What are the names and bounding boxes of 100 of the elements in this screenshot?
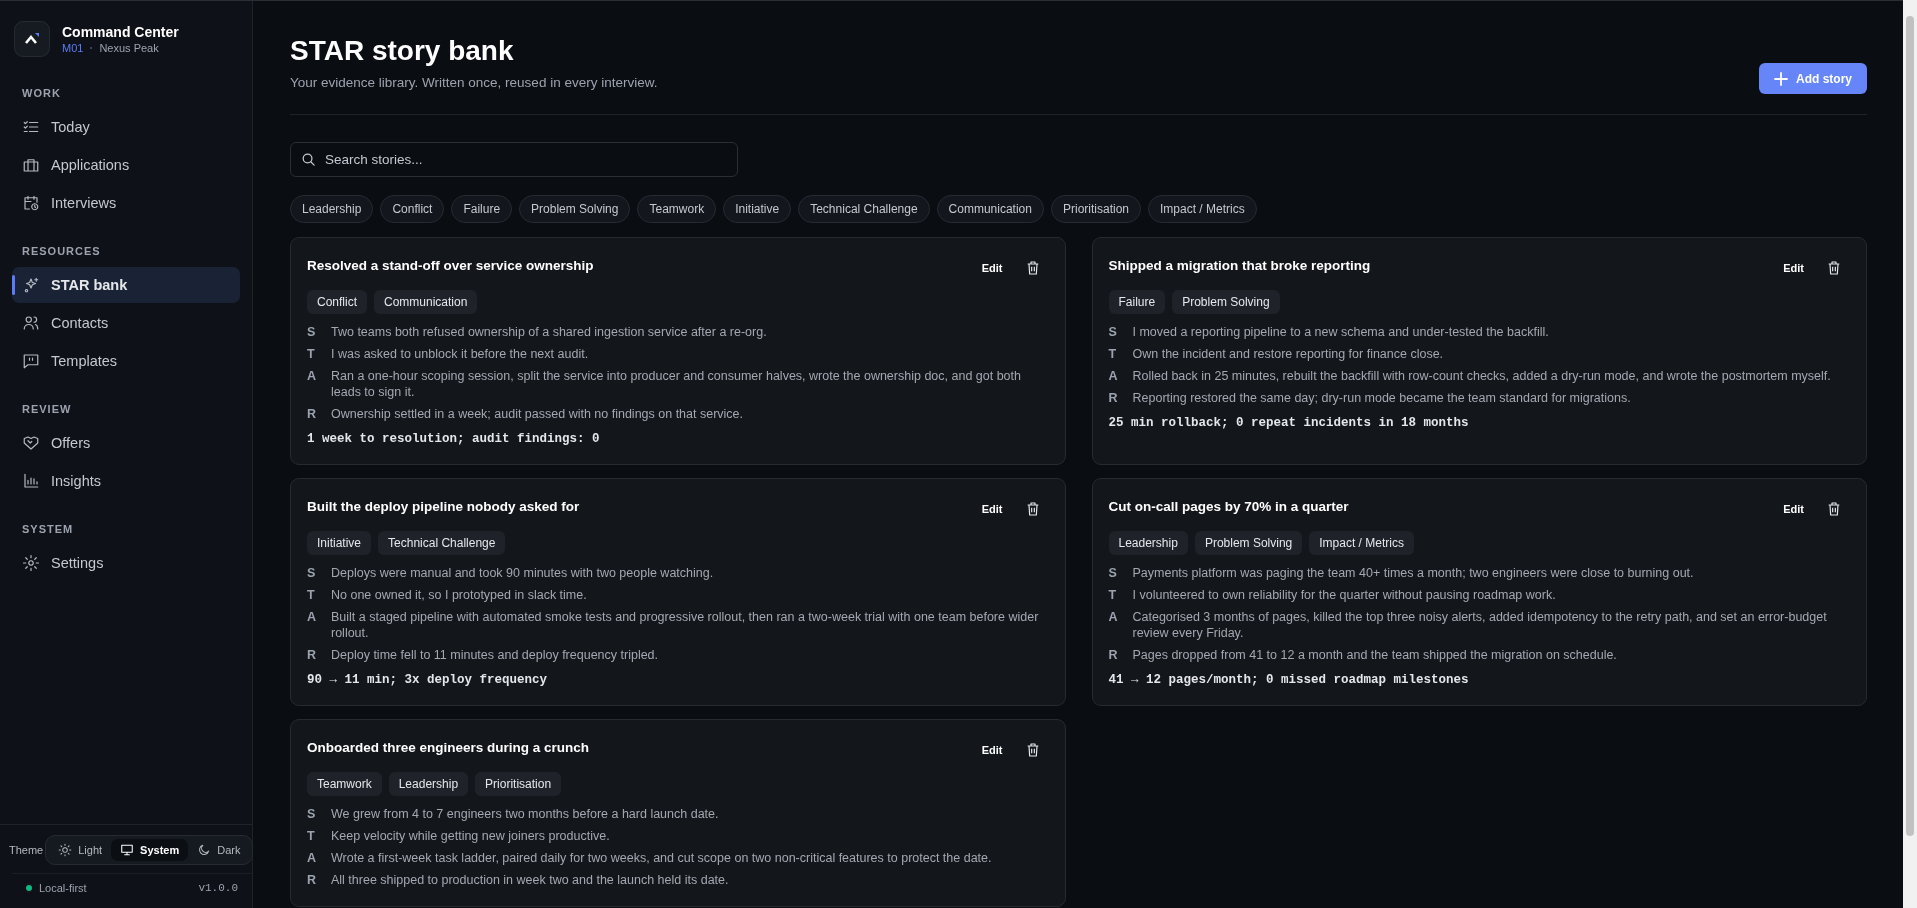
filter-chip[interactable]: Leadership [290,195,374,223]
star-text: Two teams both refused ownership of a shared ingestion service after a re-org. [331,324,767,340]
plus-icon [1774,71,1788,86]
edit-button[interactable]: Edit [975,499,1009,519]
edit-button[interactable]: Edit [1777,258,1810,278]
status-text: Local-first [39,882,87,894]
star-letter: R [1108,390,1119,406]
section-heading: WORK [21,86,62,101]
star-text: Deploy time fell to 11 minutes and deploy frequency tripled. [331,647,659,663]
sun-icon [58,843,73,857]
monitor-icon [120,843,135,857]
star-text: Own the incident and restore reporting for finance close. [1132,346,1444,362]
message-icon [22,352,40,370]
scrollbar[interactable] [1903,0,1917,908]
edit-button[interactable]: Edit [975,258,1009,278]
filter-chip[interactable]: Prioritisation [1050,195,1141,223]
sidebar-item[interactable]: Contacts [12,305,240,341]
star-letter: R [307,406,318,422]
star-letter: T [1108,346,1118,362]
story-tag: Impact / Metrics [1309,531,1414,555]
page-subtitle: Your evidence library. Written once, reused in every interview. [290,75,658,90]
app-title: Command Center [62,24,179,40]
star-letter: S [307,806,317,822]
story-title: Shipped a migration that broke reporting [1108,258,1371,273]
theme-option[interactable]: System [111,839,189,861]
filter-chip[interactable]: Impact / Metrics [1148,195,1257,223]
star-text: I moved a reporting pipeline to a new schema and under-tested the backfill. [1132,324,1549,340]
story-metric: 90 → 11 min; 3x deploy frequency [307,673,549,687]
search-field[interactable]: Search stories... [290,142,738,177]
star-text: Built a staged pipeline with automated smoke tests and progressive rollout, then ran a two-week trial with one team before wider rollout. [331,609,1040,641]
star-letter: T [307,587,316,603]
sidebar-item[interactable]: Today [12,109,240,145]
filter-chip[interactable]: Technical Challenge [798,195,930,223]
logo-icon [14,21,50,57]
story-tag: Conflict [307,290,367,314]
star-letter: T [307,346,316,362]
sidebar-item[interactable]: Offers [12,425,240,461]
star-text: I volunteered to own reliability for the quarter without pausing roadmap work. [1132,587,1556,603]
story-tag: Technical Challenge [378,531,506,555]
star-text: Ownership settled in a week; audit passed with no findings on that service. [331,406,744,422]
filter-chip[interactable]: Problem Solving [519,195,631,223]
edit-button[interactable]: Edit [1777,499,1810,519]
version-text: v1.0.0 [198,882,238,894]
filter-chip[interactable]: Conflict [380,195,445,223]
sparkle-icon [22,276,40,294]
star-text: Wrote a first-week task ladder, paired daily for two weeks, and cut scope on two non-critical features to protect the date. [331,850,992,866]
star-letter: T [1108,587,1118,603]
story-tag: Problem Solving [1172,290,1280,314]
filter-chip[interactable]: Teamwork [637,195,717,223]
star-text: All three shipped to production in week two and the launch held its date. [331,872,729,888]
section-heading: REVIEW [21,402,73,417]
sidebar-item[interactable]: Interviews [12,185,240,221]
star-letter: S [307,324,317,340]
sidebar-item[interactable]: Insights [12,463,240,499]
story-title: Built the deploy pipeline nobody asked for [307,499,580,514]
star-letter: R [307,647,318,663]
page-title: STAR story bank [290,35,515,67]
sidebar-item[interactable]: STAR bank [12,267,240,303]
story-title: Resolved a stand-off over service ownership [307,258,594,273]
workspace-name: Nexus Peak [99,42,159,54]
edit-button[interactable]: Edit [975,740,1009,760]
star-text: Rolled back in 25 minutes, rebuilt the backfill with row-count checks, added a dry-run mode, and wrote the postmortem myself. [1132,368,1831,384]
filter-chip[interactable]: Communication [936,195,1044,223]
star-text: Reporting restored the same day; dry-run mode became the team standard for migrations. [1132,390,1631,406]
star-text: Pages dropped from 41 to 12 a month and the team shipped the migration on schedule. [1132,647,1617,663]
theme-label: Theme [9,844,44,856]
star-letter: A [307,368,318,385]
star-letter: T [307,828,316,844]
star-text: We grew from 4 to 7 engineers two months before a hard launch date. [331,806,719,822]
star-letter: S [1108,324,1118,340]
theme-option[interactable]: Light [49,839,112,861]
star-letter: S [1108,565,1118,581]
sidebar-item[interactable]: Applications [12,147,240,183]
story-tag: Leadership [388,772,469,796]
star-letter: S [307,565,317,581]
star-letter: A [307,609,318,626]
star-text: Keep velocity while getting new joiners productive. [331,828,610,844]
story-tag: Problem Solving [1194,531,1303,555]
theme-option[interactable]: Dark [188,839,250,861]
star-letter: A [1108,368,1119,384]
sidebar-item[interactable]: Templates [12,343,240,379]
star-letter: R [1108,647,1119,663]
filter-chip[interactable]: Failure [451,195,513,223]
calendar-clock-icon [22,194,40,212]
story-tag: Failure [1108,290,1166,314]
story-metric: 1 week to resolution; audit findings: 0 [307,432,601,446]
briefcase-icon [22,156,40,174]
story-tag: Prioritisation [475,772,562,796]
star-text: Categorised 3 months of pages, killed the top three noisy alerts, added idempotency to the retry path, and set an error-budget review every Friday. [1132,609,1828,641]
star-text: Deploys were manual and took 90 minutes with two people watching. [331,565,714,581]
sidebar-item[interactable]: Settings [12,545,240,581]
people-icon [22,314,40,332]
story-metric: 41 → 12 pages/month; 0 missed roadmap milestones [1108,673,1470,687]
workspace-code: M01 [62,42,84,54]
star-letter: A [307,850,318,866]
trash-icon [1826,260,1842,276]
filter-chip[interactable]: Initiative [723,195,792,223]
bar-chart-icon [22,472,40,490]
story-tag: Initiative [307,531,372,555]
star-text: No one owned it, so I prototyped in slack time. [331,587,587,603]
